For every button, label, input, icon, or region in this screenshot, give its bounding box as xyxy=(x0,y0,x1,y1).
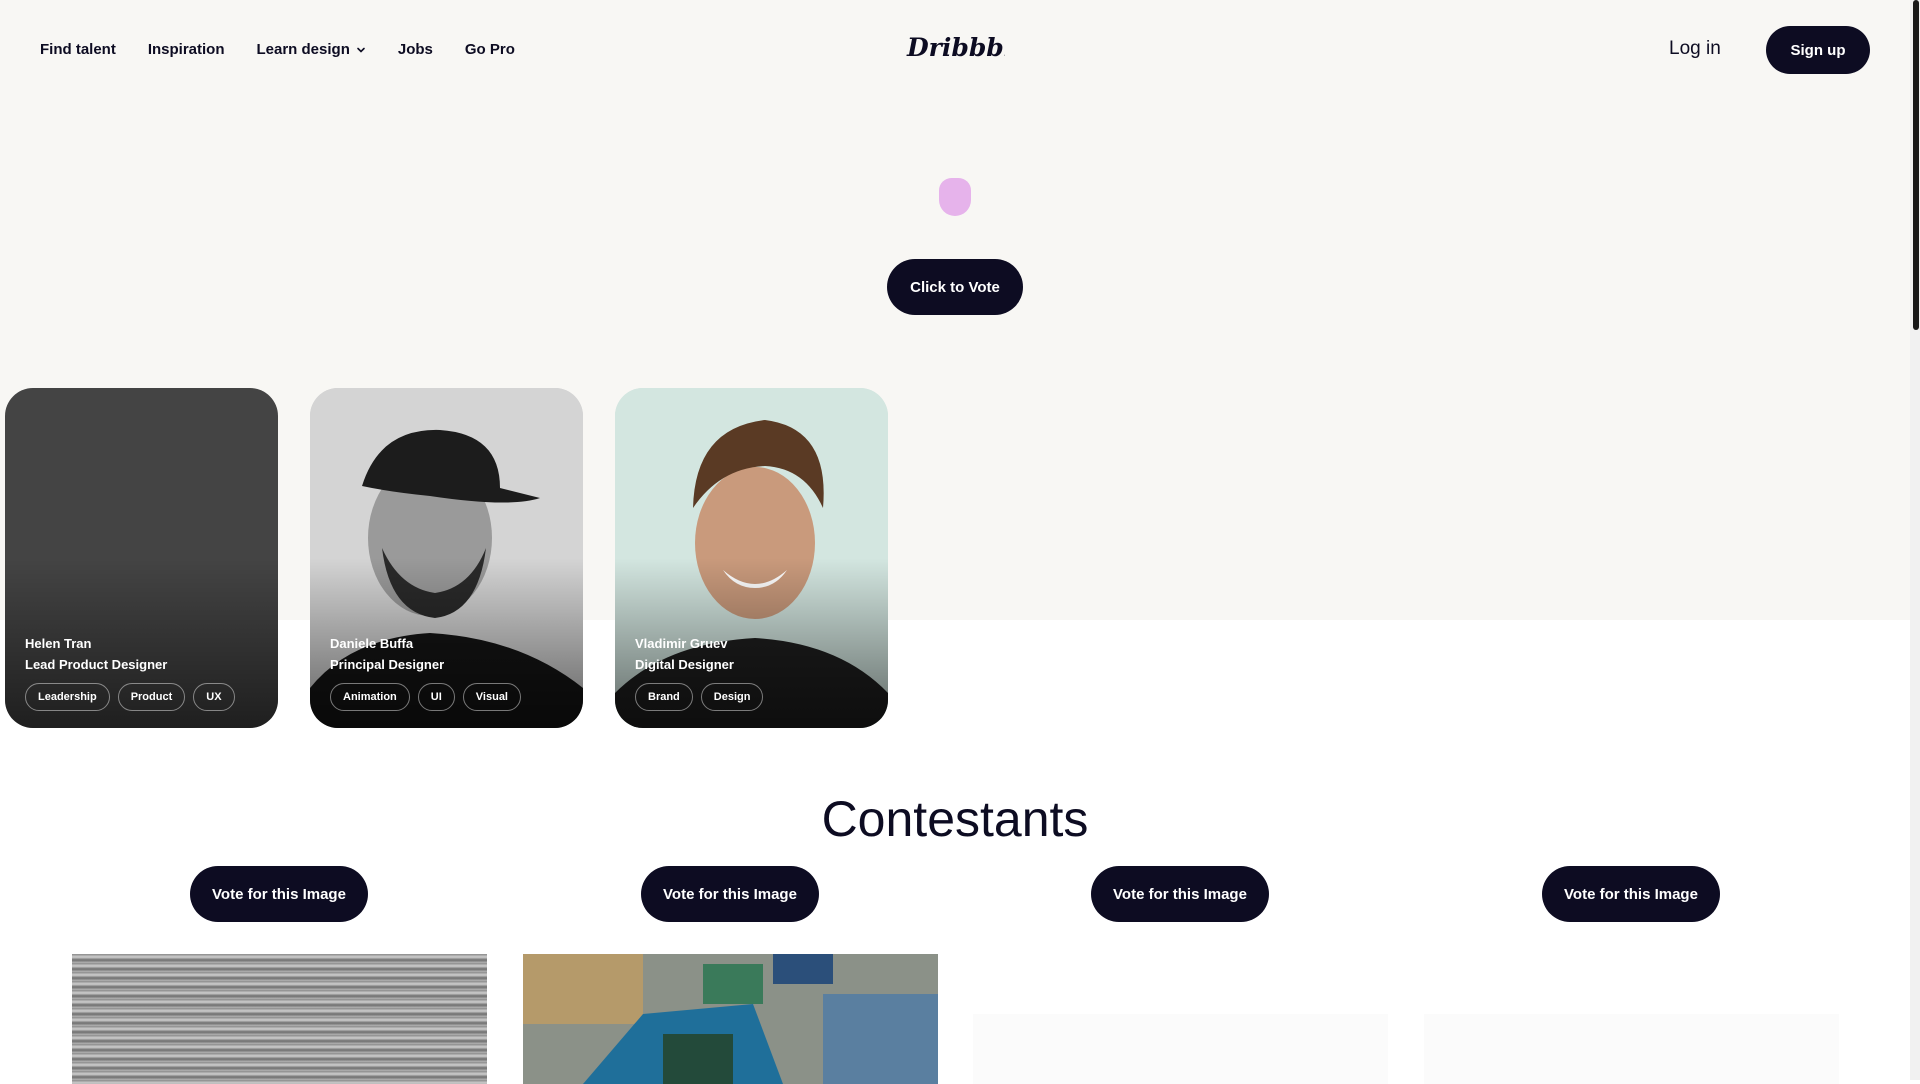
tag[interactable]: Visual xyxy=(462,683,521,711)
abstract-painting xyxy=(523,954,938,1084)
tag[interactable]: Leadership xyxy=(25,683,110,711)
contestant-image[interactable] xyxy=(72,954,487,1084)
contestant-image-placeholder[interactable] xyxy=(1424,1014,1839,1084)
card-info: Helen Tran Lead Product Designer Leaders… xyxy=(25,633,235,711)
designer-card[interactable]: Daniele Buffa Principal Designer Animati… xyxy=(310,388,583,728)
tag-list: Leadership Product UX xyxy=(25,683,235,711)
designer-role: Digital Designer xyxy=(635,657,734,672)
tag-list: Brand Design xyxy=(635,683,764,711)
contestant-image-placeholder[interactable] xyxy=(973,1014,1388,1084)
scrollbar-thumb[interactable] xyxy=(1913,0,1919,330)
designer-name: Daniele Buffa xyxy=(330,636,414,651)
vote-image-button[interactable]: Vote for this Image xyxy=(190,866,368,922)
login-link[interactable]: Log in xyxy=(1669,38,1721,60)
card-info: Daniele Buffa Principal Designer Animati… xyxy=(330,633,521,711)
tag[interactable]: Brand xyxy=(635,683,693,711)
nav-learn-design-label: Learn design xyxy=(256,41,350,58)
vote-image-button[interactable]: Vote for this Image xyxy=(1091,866,1269,922)
nav-find-talent[interactable]: Find talent xyxy=(40,41,116,58)
contestants-heading: Contestants xyxy=(821,791,1089,847)
chevron-down-icon xyxy=(357,47,365,53)
scrollbar[interactable] xyxy=(1910,0,1920,1080)
vote-image-button[interactable]: Vote for this Image xyxy=(641,866,819,922)
dribbble-logo[interactable]: Dribbble xyxy=(905,32,1005,64)
designer-name: Helen Tran xyxy=(25,636,92,651)
tag-list: Animation UI Visual xyxy=(330,683,521,711)
nav-jobs[interactable]: Jobs xyxy=(398,41,433,58)
designer-name: Vladimir Gruev xyxy=(635,636,728,651)
tag[interactable]: Animation xyxy=(330,683,410,711)
nav-links: Find talent Inspiration Learn design Job… xyxy=(40,41,515,58)
tag[interactable]: UX xyxy=(193,683,235,711)
designer-role: Lead Product Designer xyxy=(25,657,168,672)
tag[interactable]: UI xyxy=(417,683,455,711)
designer-card[interactable]: Vladimir Gruev Digital Designer Brand De… xyxy=(615,388,888,728)
designer-role: Principal Designer xyxy=(330,657,445,672)
vote-image-button[interactable]: Vote for this Image xyxy=(1542,866,1720,922)
top-nav: Find talent Inspiration Learn design Job… xyxy=(0,0,1910,100)
designer-card[interactable]: Helen Tran Lead Product Designer Leaders… xyxy=(5,388,278,728)
nav-inspiration[interactable]: Inspiration xyxy=(148,41,225,58)
tag[interactable]: Design xyxy=(700,683,764,711)
pink-blob-graphic xyxy=(939,178,971,216)
signup-button[interactable]: Sign up xyxy=(1766,26,1870,74)
tag[interactable]: Product xyxy=(117,683,186,711)
contestant-image[interactable] xyxy=(523,954,938,1084)
logo-text: Dribbble xyxy=(906,33,1005,62)
card-info: Vladimir Gruev Digital Designer Brand De… xyxy=(635,633,764,711)
nav-learn-design[interactable]: Learn design xyxy=(257,41,366,58)
click-to-vote-button[interactable]: Click to Vote xyxy=(887,259,1023,315)
nav-go-pro[interactable]: Go Pro xyxy=(465,41,515,58)
